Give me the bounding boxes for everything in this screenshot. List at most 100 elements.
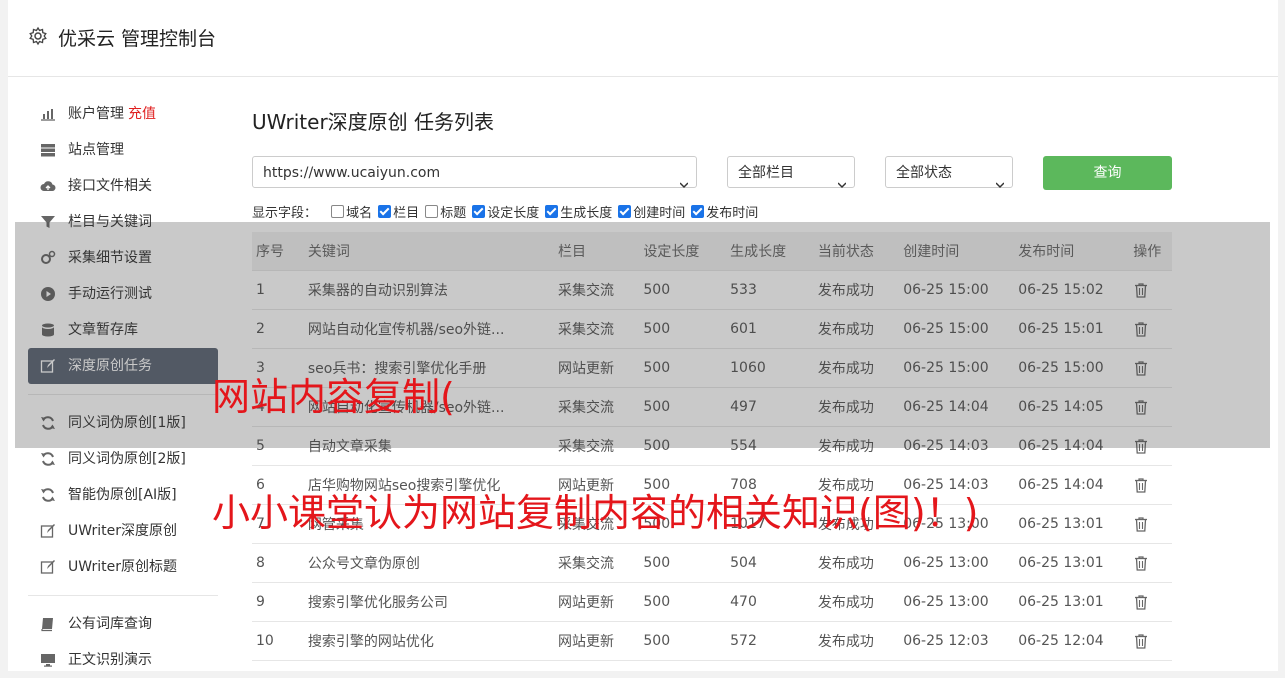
sidebar-item[interactable]: 手动运行测试: [28, 276, 218, 312]
edit-icon: [40, 559, 56, 575]
field-option[interactable]: 栏目: [378, 202, 419, 221]
sidebar-item[interactable]: 账户管理 充值: [28, 96, 218, 132]
table-cell: 554: [726, 426, 814, 466]
field-option[interactable]: 标题: [425, 202, 466, 221]
table-cell: 3: [252, 348, 304, 388]
field-option[interactable]: 生成长度: [545, 202, 612, 221]
table-row: 3 seo兵书：搜索引擎优化手册 网站更新 500 1060 发布成功 06-25 15:0…: [252, 348, 1172, 388]
trash-icon[interactable]: [1133, 477, 1168, 493]
table-cell: 06-25 13:01: [1014, 543, 1130, 583]
cogs-icon: [40, 250, 56, 266]
action-cell: [1129, 270, 1172, 310]
table-cell: 500: [639, 582, 727, 622]
field-option[interactable]: 发布时间: [691, 202, 758, 221]
trash-icon[interactable]: [1133, 399, 1168, 415]
sidebar-item[interactable]: 深度原创任务: [28, 348, 218, 384]
sidebar-item-label: 正文识别演示: [68, 652, 152, 668]
table-header-row: 序号 关键词 栏目 设定长度 生成长度 当前状态 创建时间 发布时间 操作: [252, 232, 1172, 271]
column-header: 设定长度: [639, 232, 727, 271]
table-row: 8 公众号文章伪原创 采集交流 500 504 发布成功 06-25 13:00 06-25 …: [252, 543, 1172, 583]
table-cell: 发布成功: [813, 621, 900, 661]
column-select[interactable]: 全部栏目: [727, 156, 855, 189]
field-checkbox[interactable]: [331, 205, 345, 218]
site-select[interactable]: https://www.ucaiyun.com: [252, 156, 697, 189]
table-cell: 采集交流: [553, 504, 640, 544]
table-cell: 采集交流: [553, 387, 640, 427]
table-cell: 06-25 13:01: [1014, 504, 1130, 544]
filter-bar: https://www.ucaiyun.com 全部栏目 全部状态 查询: [252, 156, 1172, 190]
trash-icon[interactable]: [1133, 555, 1168, 571]
table-cell: 06-25 12:03: [899, 621, 1015, 661]
sidebar-item[interactable]: 正文识别演示: [28, 642, 218, 678]
table-row: 10 搜索引擎的网站优化 网站更新 500 572 发布成功 06-25 12:03 06-2…: [252, 621, 1172, 661]
sidebar-item[interactable]: 同义词伪原创[2版]: [28, 441, 218, 477]
trash-icon[interactable]: [1133, 282, 1168, 298]
table-cell: 网站更新: [553, 348, 640, 388]
sidebar-item[interactable]: UWriter深度原创: [28, 513, 218, 549]
page-title: UWriter深度原创 任务列表: [252, 110, 495, 134]
sidebar-item-label: UWriter深度原创: [68, 523, 177, 539]
trash-icon[interactable]: [1133, 321, 1168, 337]
sidebar-item-label: 账户管理: [68, 106, 124, 122]
field-checkbox[interactable]: [618, 205, 632, 218]
sidebar-divider: [28, 595, 218, 596]
sidebar-item[interactable]: 栏目与关键词: [28, 204, 218, 240]
table-cell: 店华购物网站seo搜索引擎优化: [303, 465, 554, 505]
table-cell: 06-25 15:02: [1014, 270, 1130, 310]
sidebar-item[interactable]: 采集细节设置: [28, 240, 218, 276]
field-option[interactable]: 域名: [331, 202, 372, 221]
field-checkbox[interactable]: [691, 205, 705, 218]
action-cell: [1129, 309, 1172, 349]
table-cell: 06-25 14:04: [1014, 465, 1130, 505]
refresh-icon: [40, 487, 56, 503]
table-cell: 500: [639, 504, 727, 544]
table-cell: 06-25 15:00: [1014, 348, 1130, 388]
column-header: 关键词: [303, 232, 554, 271]
display-fields: 显示字段： 域名 栏目 标题 设定长度 生成长度 创建时间 发布时间: [252, 202, 764, 221]
table-cell: 708: [726, 465, 814, 505]
table-cell: 网站更新: [553, 621, 640, 661]
trash-icon[interactable]: [1133, 633, 1168, 649]
sidebar-item[interactable]: 同义词伪原创[1版]: [28, 405, 218, 441]
table-cell: 发布成功: [813, 348, 900, 388]
trash-icon[interactable]: [1133, 516, 1168, 532]
column-select-value: 全部栏目: [738, 165, 794, 181]
sidebar-item-label: 同义词伪原创[2版]: [68, 451, 186, 467]
table-cell: 发布成功: [813, 504, 900, 544]
table-cell: 发布成功: [813, 387, 900, 427]
field-option[interactable]: 创建时间: [618, 202, 685, 221]
field-option[interactable]: 设定长度: [472, 202, 539, 221]
sidebar-item[interactable]: UWriter原创标题: [28, 549, 218, 585]
sidebar-item[interactable]: 站点管理: [28, 132, 218, 168]
table-cell: 06-25 15:00: [899, 270, 1015, 310]
table-row: 7 网管采集 采集交流 500 1017 发布成功 06-25 13:00 06-25 13:…: [252, 504, 1172, 544]
field-checkbox[interactable]: [378, 205, 392, 218]
table-cell: 500: [639, 309, 727, 349]
sidebar-item[interactable]: 智能伪原创[AI版]: [28, 477, 218, 513]
table-cell: 06-25 13:00: [899, 504, 1015, 544]
query-button[interactable]: 查询: [1043, 156, 1172, 190]
field-checkbox[interactable]: [425, 205, 439, 218]
sidebar-item[interactable]: 接口文件相关: [28, 168, 218, 204]
trash-icon[interactable]: [1133, 438, 1168, 454]
table-cell: 500: [639, 387, 727, 427]
table-cell: 06-25 13:00: [899, 582, 1015, 622]
recharge-link[interactable]: 充值: [128, 106, 156, 122]
table-row: 4 网站自动化宣传机器/seo外链... 采集交流 500 497 发布成功 06-25 1…: [252, 387, 1172, 427]
sidebar-item[interactable]: 公有词库查询: [28, 606, 218, 642]
column-header: 创建时间: [899, 232, 1015, 271]
trash-icon[interactable]: [1133, 360, 1168, 376]
table-row: 2 网站自动化宣传机器/seo外链... 采集交流 500 601 发布成功 06-25 1…: [252, 309, 1172, 349]
bar-chart-icon: [40, 106, 56, 122]
field-checkbox[interactable]: [472, 205, 486, 218]
header: 优采云 管理控制台: [8, 0, 1278, 77]
table-cell: 8: [252, 543, 304, 583]
table-cell: 533: [726, 270, 814, 310]
table-cell: 发布成功: [813, 465, 900, 505]
action-cell: [1129, 348, 1172, 388]
status-select[interactable]: 全部状态: [885, 156, 1013, 189]
table-cell: 采集交流: [553, 309, 640, 349]
field-checkbox[interactable]: [545, 205, 559, 218]
sidebar-item[interactable]: 文章暂存库: [28, 312, 218, 348]
trash-icon[interactable]: [1133, 594, 1168, 610]
